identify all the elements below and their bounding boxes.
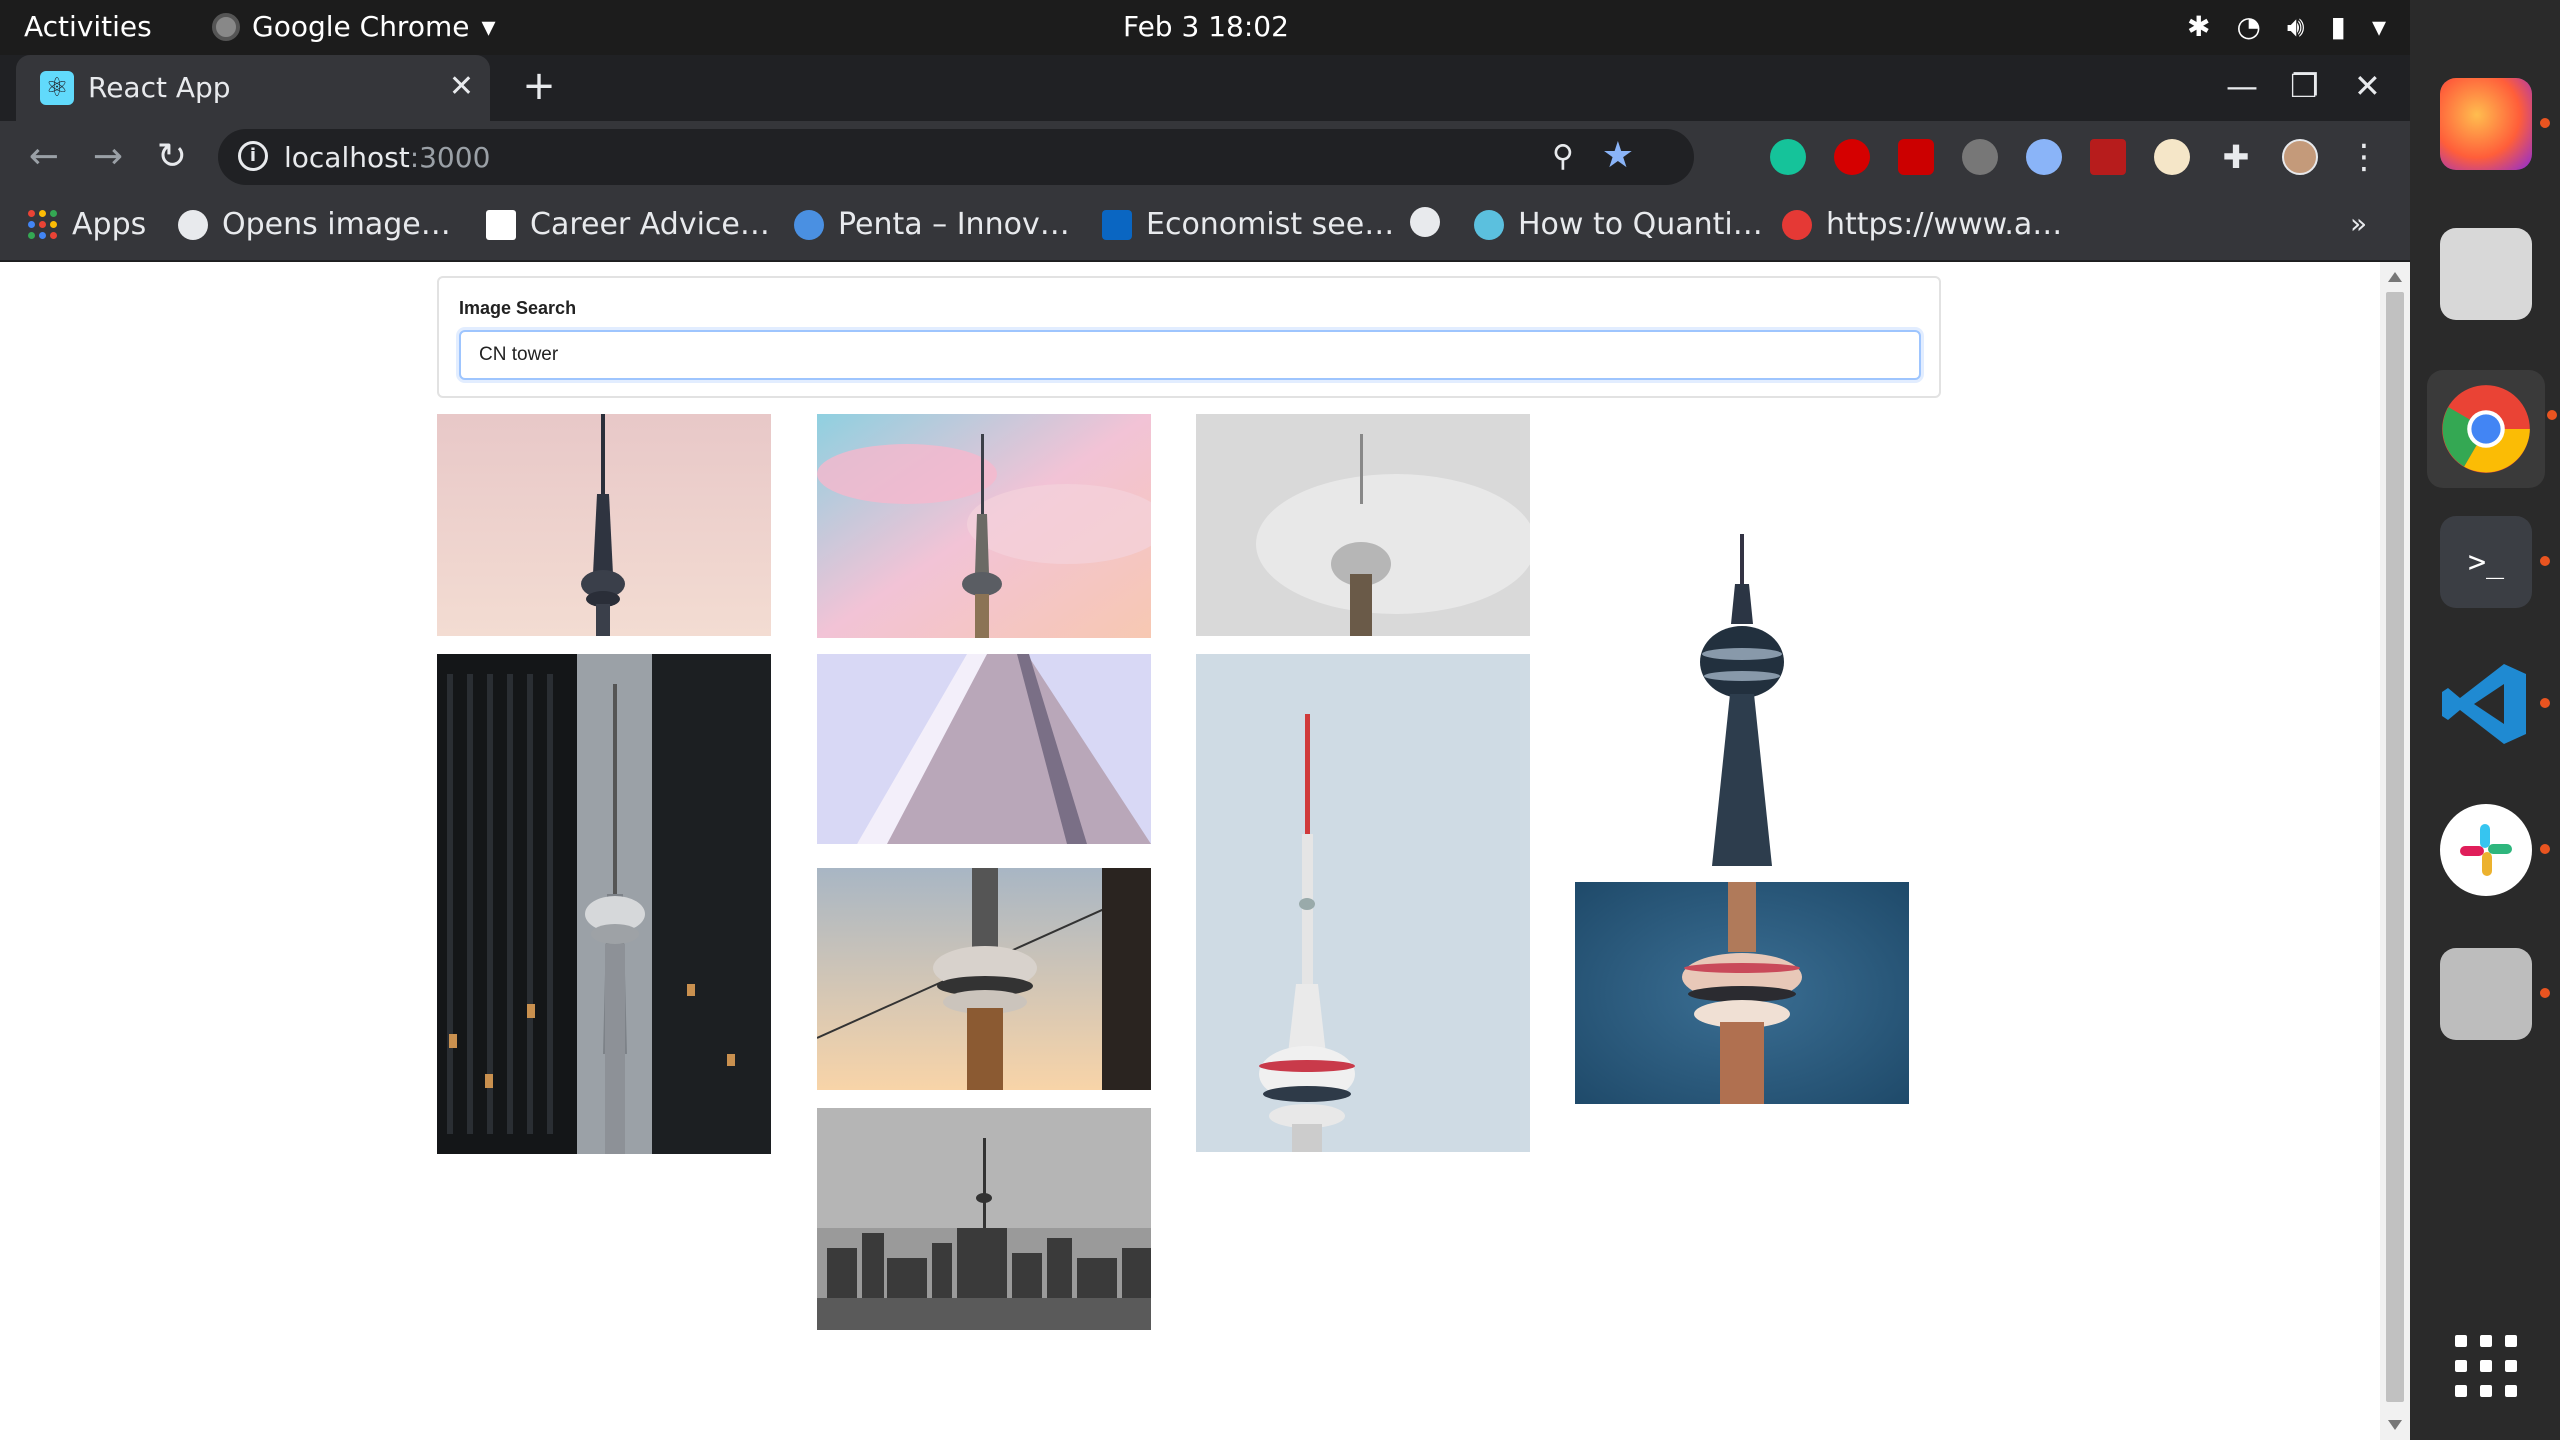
image-cn-tower-pod-sunset[interactable] <box>817 868 1151 1090</box>
system-tray[interactable]: ✱ ◔ 🔊︎ ▮ ▾ <box>2187 10 2386 44</box>
reload-icon[interactable]: ↻ <box>150 135 194 179</box>
tab-strip: ⚛ React App ✕ + — ❐ ✕ <box>0 55 2410 121</box>
firefox-icon[interactable] <box>2440 78 2550 170</box>
penta-favicon-icon <box>794 209 824 240</box>
extension-gray-icon[interactable] <box>1962 139 1998 175</box>
image-cn-tower-pink-sky[interactable] <box>437 414 771 636</box>
apps-grid-icon <box>28 209 58 240</box>
bookmark-career-advice[interactable]: Career Advice… <box>486 207 770 242</box>
page-content: Image Search <box>0 262 2380 1440</box>
forward-icon[interactable]: → <box>86 135 130 179</box>
adblock-plus-icon[interactable] <box>1898 139 1934 175</box>
more-menu-icon[interactable]: ⋮ <box>2346 139 2382 175</box>
image-cn-tower-pod-blue-sky[interactable] <box>1575 882 1909 1104</box>
extension-blue-icon[interactable] <box>2026 139 2062 175</box>
extension-red-icon[interactable] <box>2090 139 2126 175</box>
files-icon[interactable] <box>2440 948 2550 1040</box>
tab-react-app[interactable]: ⚛ React App ✕ <box>16 55 490 121</box>
chrome-app-icon <box>212 12 240 41</box>
image-cn-tower-base-upward[interactable] <box>817 654 1151 844</box>
image-toronto-skyline-bw[interactable] <box>817 1108 1151 1330</box>
minimize-icon[interactable]: — <box>2226 67 2258 105</box>
back-icon[interactable]: ← <box>22 135 66 179</box>
image-cn-tower-fog[interactable] <box>1196 414 1530 636</box>
chevron-down-icon: ▾ <box>481 10 496 43</box>
ubuntu-dock: >_ <box>2410 0 2560 1440</box>
bookmark-how-to-quantify[interactable]: How to Quanti… <box>1474 207 1763 242</box>
extensions-puzzle-icon[interactable]: ✚ <box>2218 139 2254 175</box>
wifi-icon[interactable]: ◔ <box>2236 10 2260 44</box>
system-top-bar: Activities Google Chrome ▾ Feb 3 18:02 ✱… <box>0 0 2410 55</box>
bookmark-https-link[interactable]: https://www.a… <box>1782 207 2062 242</box>
image-cn-tower-white-tall[interactable] <box>1196 654 1530 1152</box>
bookmark-opens-image[interactable]: Opens image… <box>178 207 451 242</box>
search-label: Image Search <box>459 298 577 318</box>
bookmark-apps[interactable]: Apps <box>28 207 146 242</box>
m-favicon-icon <box>1474 209 1504 240</box>
image-viewer-icon[interactable] <box>2440 228 2532 320</box>
search-input[interactable] <box>459 330 1921 380</box>
url-text[interactable]: localhost:3000 <box>284 141 490 174</box>
bookmark-economist[interactable]: Economist see… <box>1102 207 1394 242</box>
app-menu-label: Google Chrome <box>252 10 470 43</box>
new-tab-button[interactable]: + <box>514 63 564 113</box>
image-cn-tower-white-background[interactable] <box>1575 414 1909 866</box>
react-favicon-icon: ⚛ <box>40 71 74 105</box>
chrome-dock-icon[interactable] <box>2427 370 2557 488</box>
chart-favicon-icon <box>486 209 516 240</box>
bookmark-penta[interactable]: Penta – Innov… <box>794 207 1070 242</box>
profile-avatar[interactable] <box>2282 139 2318 175</box>
page-scrollbar[interactable] <box>2380 262 2410 1440</box>
image-cn-tower-pastel-clouds[interactable] <box>817 414 1151 638</box>
slack-tray-icon[interactable]: ✱ <box>2187 10 2210 44</box>
clock[interactable]: Feb 3 18:02 <box>1123 10 1289 43</box>
hand-blocker-icon[interactable] <box>1834 139 1870 175</box>
linkedin-icon <box>1102 209 1132 240</box>
volume-icon[interactable]: 🔊︎ <box>2287 10 2305 44</box>
scrollbar-thumb[interactable] <box>2386 292 2404 1402</box>
image-cn-tower-between-buildings[interactable] <box>437 654 771 1154</box>
info-icon[interactable]: i <box>238 141 268 171</box>
grammarly-icon[interactable] <box>1770 139 1806 175</box>
close-window-icon[interactable]: ✕ <box>2354 67 2381 105</box>
slack-icon[interactable] <box>2440 804 2550 896</box>
chevron-down-icon[interactable]: ▾ <box>2372 10 2386 44</box>
bookmark-star-icon[interactable]: ★ <box>1602 135 1634 176</box>
bookmark-globe[interactable] <box>1410 207 1440 237</box>
bookmarks-bar: Apps Opens image… Career Advice… Penta –… <box>0 193 2410 261</box>
show-applications-icon[interactable] <box>2440 1320 2532 1412</box>
app-menu[interactable]: Google Chrome ▾ <box>212 10 496 43</box>
browser-toolbar: ← → ↻ i localhost:3000 ⚲ ★ ✚ ⋮ <box>0 121 2410 193</box>
close-tab-icon[interactable]: ✕ <box>449 69 474 104</box>
activities-button[interactable]: Activities <box>24 10 152 43</box>
tab-title: React App <box>88 71 231 104</box>
extension-cookie-icon[interactable] <box>2154 139 2190 175</box>
globe-icon <box>178 209 208 240</box>
scroll-down-icon[interactable] <box>2388 1420 2402 1430</box>
vscode-icon[interactable] <box>2440 658 2550 750</box>
more-bookmarks-icon[interactable]: » <box>2350 207 2367 240</box>
zoom-icon[interactable]: ⚲ <box>1552 139 1574 174</box>
a-favicon-icon <box>1782 209 1812 240</box>
battery-icon[interactable]: ▮ <box>2331 10 2346 44</box>
address-bar[interactable]: i localhost:3000 ⚲ ★ <box>218 129 1694 185</box>
restore-icon[interactable]: ❐ <box>2290 67 2319 105</box>
scroll-up-icon[interactable] <box>2388 272 2402 282</box>
search-card: Image Search <box>437 276 1941 398</box>
globe-icon <box>1410 207 1440 237</box>
terminal-icon[interactable]: >_ <box>2440 516 2550 608</box>
